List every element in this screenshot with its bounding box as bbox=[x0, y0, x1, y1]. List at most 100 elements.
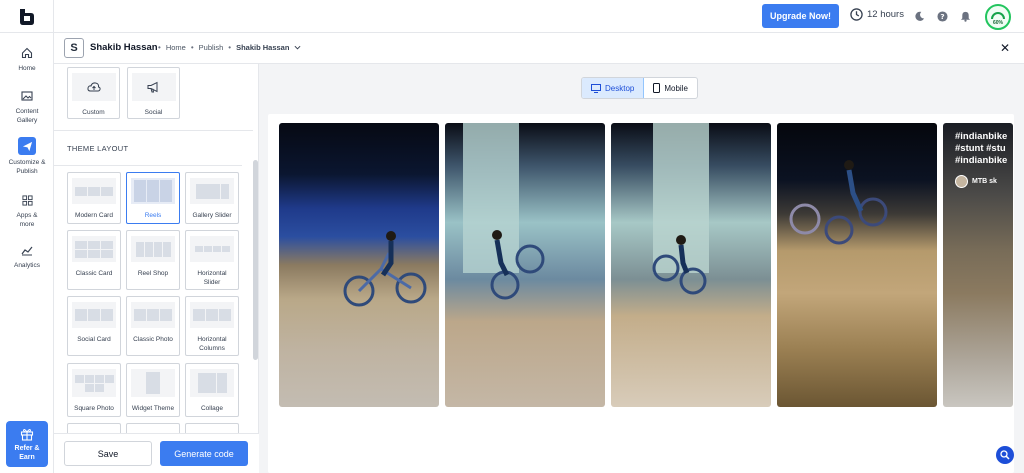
card-thumb bbox=[190, 178, 234, 204]
card-label: Widget Theme bbox=[131, 405, 175, 412]
account-switcher[interactable]: Shakib Hassan bbox=[236, 43, 289, 52]
breadcrumb-separator: • bbox=[190, 43, 194, 52]
usage-gauge[interactable]: 60% bbox=[985, 4, 1011, 30]
layout-collage[interactable]: Collage bbox=[185, 363, 239, 417]
chart-icon bbox=[19, 242, 35, 258]
gift-icon bbox=[20, 428, 34, 441]
megaphone-icon bbox=[147, 81, 158, 93]
mobile-toggle[interactable]: Mobile bbox=[644, 78, 697, 98]
card-label: Square Photo bbox=[74, 405, 114, 412]
mobile-label: Mobile bbox=[664, 83, 688, 93]
reels-preview-canvas: #indianbike #stunt #stu #indianbike MTB … bbox=[268, 114, 1014, 473]
card-label: Classic Photo bbox=[133, 336, 173, 343]
search-icon[interactable] bbox=[996, 446, 1014, 464]
left-nav: Home Content Gallery Customize & Publish… bbox=[0, 33, 54, 473]
pillar-icon bbox=[652, 123, 709, 295]
desktop-toggle[interactable]: Desktop bbox=[582, 78, 645, 98]
card-thumb bbox=[72, 302, 116, 328]
card-label: Horizontal Slider bbox=[197, 270, 227, 286]
upgrade-button[interactable]: Upgrade Now! bbox=[762, 4, 839, 28]
card-thumb bbox=[131, 369, 175, 397]
nav-item-customize-publish[interactable]: Customize & Publish bbox=[0, 137, 54, 176]
divider bbox=[54, 130, 253, 131]
help-icon[interactable]: ? bbox=[935, 9, 949, 23]
nav-item-apps-more[interactable]: Apps & more bbox=[0, 192, 54, 229]
card-thumb bbox=[131, 73, 176, 101]
layout-social-card[interactable]: Social Card bbox=[67, 296, 121, 356]
layout-square-photo[interactable]: Square Photo bbox=[67, 363, 121, 417]
reel-video[interactable] bbox=[279, 123, 439, 407]
layout-widget-theme[interactable]: Widget Theme bbox=[126, 363, 180, 417]
layout-modern-card[interactable]: Modern Card bbox=[67, 172, 121, 224]
breadcrumb-publish[interactable]: Publish bbox=[199, 43, 224, 52]
send-icon bbox=[18, 137, 36, 155]
bicycle-icon bbox=[343, 231, 427, 307]
account-name: Shakib Hassan bbox=[90, 42, 158, 53]
card-label: Modern Card bbox=[75, 212, 113, 219]
avatar[interactable]: S bbox=[64, 38, 84, 58]
card-label: Reels bbox=[144, 212, 162, 219]
card-label: Classic Card bbox=[75, 270, 113, 277]
nav-item-analytics[interactable]: Analytics bbox=[0, 242, 54, 270]
save-button[interactable]: Save bbox=[64, 441, 152, 466]
nav-item-content-gallery[interactable]: Content Gallery bbox=[0, 88, 54, 125]
device-toggle: Desktop Mobile bbox=[581, 77, 698, 99]
layout-gallery-slider[interactable]: Gallery Slider bbox=[185, 172, 239, 224]
nav-label: Customize & Publish bbox=[8, 159, 46, 175]
pillar-icon bbox=[463, 123, 545, 300]
top-bar: Upgrade Now! 12 hours ? 60% bbox=[0, 0, 1024, 33]
breadcrumb-home[interactable]: Home bbox=[166, 43, 186, 52]
reel-author[interactable]: MTB sk bbox=[955, 175, 997, 188]
card-thumb bbox=[131, 236, 175, 262]
nav-item-home[interactable]: Home bbox=[0, 45, 54, 73]
cloud-upload-icon bbox=[86, 82, 101, 92]
card-thumb bbox=[190, 302, 234, 328]
reel-video[interactable] bbox=[445, 123, 605, 407]
breadcrumb-separator: • bbox=[228, 43, 232, 52]
preview-area: Desktop Mobile #indianbike #stunt #stu #… bbox=[259, 64, 1024, 473]
refer-earn-button[interactable]: Refer & Earn bbox=[6, 421, 48, 467]
card-thumb bbox=[72, 236, 116, 262]
layout-panel: Custom Social THEME LAYOUT Modern Card R… bbox=[54, 64, 259, 473]
close-icon[interactable]: ✕ bbox=[1000, 41, 1010, 55]
author-name: MTB sk bbox=[972, 178, 997, 185]
timer-label: 12 hours bbox=[867, 9, 904, 20]
card-label: Reel Shop bbox=[137, 270, 169, 277]
reel-video[interactable] bbox=[777, 123, 937, 407]
nav-label: Content Gallery bbox=[15, 108, 39, 124]
home-icon bbox=[19, 45, 35, 61]
divider bbox=[54, 165, 242, 166]
layout-horizontal-slider[interactable]: Horizontal Slider bbox=[185, 230, 239, 290]
source-card-social[interactable]: Social bbox=[127, 67, 180, 119]
phone-icon bbox=[653, 83, 661, 93]
layout-reel-shop[interactable]: Reel Shop bbox=[126, 230, 180, 290]
svg-text:?: ? bbox=[940, 11, 944, 20]
gauge-icon bbox=[991, 12, 1005, 20]
reel-video[interactable]: #indianbike #stunt #stu #indianbike MTB … bbox=[943, 123, 1013, 407]
logo-icon bbox=[19, 8, 34, 25]
panel-scrollbar[interactable] bbox=[253, 160, 258, 360]
card-label: Social Card bbox=[77, 336, 111, 343]
refer-label: Refer & Earn bbox=[14, 444, 40, 461]
card-thumb bbox=[72, 178, 116, 204]
card-thumb bbox=[72, 369, 116, 397]
layout-horizontal-columns[interactable]: Horizontal Columns bbox=[185, 296, 239, 356]
source-card-custom[interactable]: Custom bbox=[67, 67, 120, 119]
card-thumb bbox=[131, 178, 175, 204]
card-label: Horizontal Columns bbox=[197, 336, 227, 352]
panel-footer: Save Generate code bbox=[54, 433, 259, 473]
layout-classic-card[interactable]: Classic Card bbox=[67, 230, 121, 290]
reel-video[interactable] bbox=[611, 123, 771, 407]
monitor-icon bbox=[591, 83, 601, 93]
chevron-down-icon[interactable] bbox=[294, 44, 301, 51]
bicycle-icon bbox=[789, 160, 888, 245]
image-icon bbox=[19, 88, 35, 104]
generate-code-button[interactable]: Generate code bbox=[160, 441, 248, 466]
bell-icon[interactable] bbox=[958, 9, 972, 23]
layout-classic-photo[interactable]: Classic Photo bbox=[126, 296, 180, 356]
moon-icon[interactable] bbox=[912, 9, 926, 23]
app-logo[interactable] bbox=[0, 0, 54, 33]
nav-label: Apps & more bbox=[16, 212, 38, 228]
layout-reels[interactable]: Reels bbox=[126, 172, 180, 224]
card-label: Custom bbox=[82, 109, 105, 116]
